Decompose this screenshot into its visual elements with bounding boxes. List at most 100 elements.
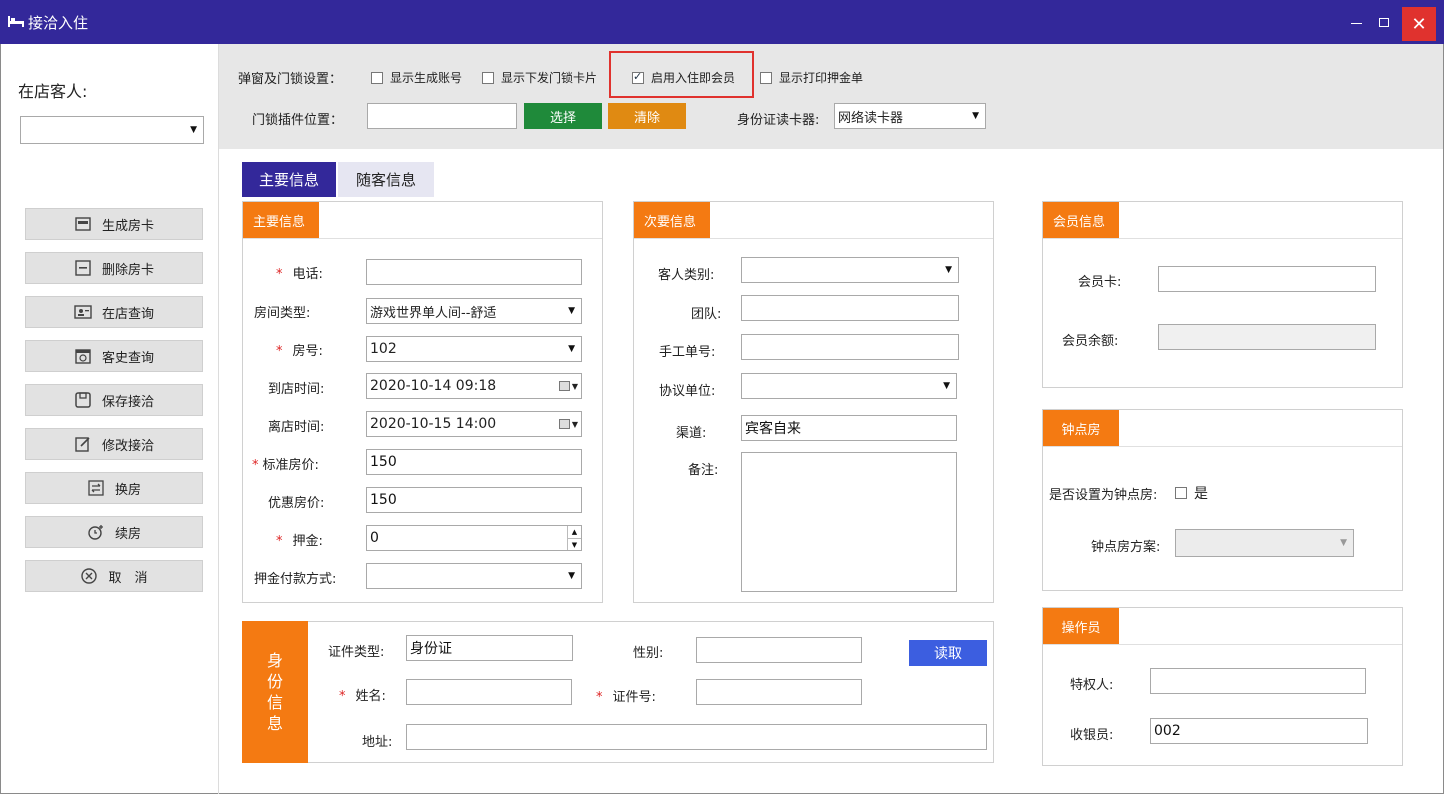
checkbox[interactable] bbox=[1175, 487, 1187, 499]
guest-type-select[interactable]: ▼ bbox=[741, 257, 959, 283]
bed-icon bbox=[8, 16, 24, 27]
id-type-input[interactable]: 身份证 bbox=[406, 635, 573, 661]
member-card-input[interactable] bbox=[1158, 266, 1376, 292]
save-reception-button[interactable]: 保存接洽 bbox=[25, 384, 203, 416]
agreement-unit-label: 协议单位: bbox=[659, 384, 716, 399]
id-number-label: * 证件号: bbox=[596, 690, 656, 705]
departure-time-label: 离店时间: bbox=[268, 420, 325, 435]
window-border-left bbox=[0, 44, 1, 794]
minus-box-icon bbox=[75, 260, 91, 276]
id-reader-select[interactable]: 网络读卡器 ▼ bbox=[834, 103, 986, 129]
save-icon bbox=[75, 392, 91, 408]
clear-button[interactable]: 清除 bbox=[608, 103, 686, 129]
arrival-time-label: 到店时间: bbox=[268, 382, 325, 397]
address-input[interactable] bbox=[406, 724, 987, 750]
checkbox[interactable] bbox=[371, 71, 383, 84]
room-type-select[interactable]: 游戏世界单人间--舒适 ▼ bbox=[366, 298, 582, 324]
checkbox[interactable] bbox=[760, 71, 772, 84]
standard-price-label: * 标准房价: bbox=[252, 458, 319, 473]
hourly-plan-select[interactable]: ▼ bbox=[1175, 529, 1354, 557]
select-button[interactable]: 选择 bbox=[524, 103, 602, 129]
close-button[interactable]: ✕ bbox=[1402, 7, 1436, 41]
lock-plugin-input[interactable] bbox=[367, 103, 517, 129]
agreement-unit-select[interactable]: ▼ bbox=[741, 373, 957, 399]
privileged-input[interactable] bbox=[1150, 668, 1366, 694]
tab-main-info[interactable]: 主要信息 bbox=[242, 162, 336, 197]
read-id-button[interactable]: 读取 bbox=[909, 640, 987, 666]
address-label: 地址: bbox=[362, 735, 393, 750]
room-number-select[interactable]: 102 ▼ bbox=[366, 336, 582, 362]
guest-history-query-button[interactable]: 客史查询 bbox=[25, 340, 203, 372]
room-number-label: * 房号: bbox=[276, 344, 323, 359]
in-house-guest-select[interactable]: ▼ bbox=[20, 116, 204, 144]
checkbox-checked[interactable] bbox=[632, 70, 644, 84]
manual-order-input[interactable] bbox=[741, 334, 959, 360]
delete-room-card-button[interactable]: 删除房卡 bbox=[25, 252, 203, 284]
left-panel-divider bbox=[218, 44, 219, 794]
remark-textarea[interactable] bbox=[741, 452, 957, 592]
discount-price-input[interactable]: 150 bbox=[366, 487, 582, 513]
edit-reception-button[interactable]: 修改接洽 bbox=[25, 428, 203, 460]
member-card-label: 会员卡: bbox=[1078, 275, 1122, 290]
stepper-up-icon[interactable]: ▲ bbox=[568, 526, 581, 539]
stepper-down-icon[interactable]: ▼ bbox=[568, 539, 581, 551]
manual-order-label: 手工单号: bbox=[659, 345, 716, 360]
deposit-label: * 押金: bbox=[276, 534, 323, 549]
departure-time-picker[interactable]: 2020-10-15 14:00 ▼ bbox=[366, 411, 582, 437]
lock-plugin-label: 门锁插件位置： bbox=[252, 113, 344, 128]
arrival-time-picker[interactable]: 2020-10-14 09:18 ▼ bbox=[366, 373, 582, 399]
standard-price-input[interactable]: 150 bbox=[366, 449, 582, 475]
panel-header: 主要信息 bbox=[243, 202, 319, 238]
minimize-icon bbox=[1350, 22, 1362, 24]
gender-label: 性别: bbox=[633, 646, 664, 661]
popup-lock-settings-label: 弹窗及门锁设置： bbox=[238, 72, 343, 87]
panel-header: 操作员 bbox=[1043, 608, 1119, 644]
id-card-icon bbox=[74, 305, 92, 319]
hourly-plan-label: 钟点房方案: bbox=[1091, 540, 1161, 555]
option-enable-member[interactable]: 启用入住即会员 bbox=[632, 69, 735, 86]
extend-stay-button[interactable]: 续房 bbox=[25, 516, 203, 548]
clock-plus-icon bbox=[88, 525, 103, 540]
deposit-stepper[interactable]: 0 ▲ ▼ bbox=[366, 525, 582, 551]
channel-input[interactable]: 宾客自来 bbox=[741, 415, 957, 441]
title-bar: 接洽入住 ✕ bbox=[0, 0, 1444, 44]
team-input[interactable] bbox=[741, 295, 959, 321]
swap-icon bbox=[88, 480, 104, 496]
calendar-dropdown-icon[interactable]: ▼ bbox=[558, 381, 578, 391]
calendar-dropdown-icon[interactable]: ▼ bbox=[558, 419, 578, 429]
cashier-input[interactable]: 002 bbox=[1150, 718, 1368, 744]
name-input[interactable] bbox=[406, 679, 572, 705]
hourly-yes-option[interactable]: 是 bbox=[1175, 483, 1208, 503]
room-type-label: 房间类型: bbox=[254, 306, 311, 321]
change-room-button[interactable]: 换房 bbox=[25, 472, 203, 504]
chevron-down-icon: ▼ bbox=[190, 125, 197, 135]
deposit-payment-select[interactable]: ▼ bbox=[366, 563, 582, 589]
chevron-down-icon: ▼ bbox=[972, 111, 979, 121]
id-type-label: 证件类型: bbox=[328, 645, 385, 660]
chevron-down-icon: ▼ bbox=[568, 571, 575, 581]
member-balance-label: 会员余额: bbox=[1062, 334, 1119, 349]
deposit-payment-label: 押金付款方式: bbox=[254, 572, 337, 587]
in-house-query-button[interactable]: 在店查询 bbox=[25, 296, 203, 328]
panel-header: 钟点房 bbox=[1043, 410, 1119, 446]
chevron-down-icon: ▼ bbox=[1340, 538, 1347, 548]
panel-header: 会员信息 bbox=[1043, 202, 1119, 238]
tab-companion-info[interactable]: 随客信息 bbox=[338, 162, 434, 197]
team-label: 团队: bbox=[691, 307, 722, 322]
member-info-panel: 会员信息 bbox=[1042, 201, 1403, 388]
close-icon: ✕ bbox=[1411, 13, 1427, 35]
phone-input[interactable] bbox=[366, 259, 582, 285]
option-show-account[interactable]: 显示生成账号 bbox=[371, 69, 462, 86]
panel-header: 次要信息 bbox=[634, 202, 710, 238]
calendar-icon bbox=[75, 349, 91, 364]
id-number-input[interactable] bbox=[696, 679, 862, 705]
gender-input[interactable] bbox=[696, 637, 862, 663]
checkbox[interactable] bbox=[482, 71, 494, 84]
cancel-button[interactable]: 取 消 bbox=[25, 560, 203, 592]
window-title: 接洽入住 bbox=[28, 14, 89, 32]
option-print-deposit[interactable]: 显示打印押金单 bbox=[760, 69, 863, 86]
option-show-lock-card[interactable]: 显示下发门锁卡片 bbox=[482, 69, 597, 86]
create-room-card-button[interactable]: 生成房卡 bbox=[25, 208, 203, 240]
maximize-button[interactable] bbox=[1362, 0, 1406, 44]
id-reader-label: 身份证读卡器: bbox=[737, 113, 820, 128]
